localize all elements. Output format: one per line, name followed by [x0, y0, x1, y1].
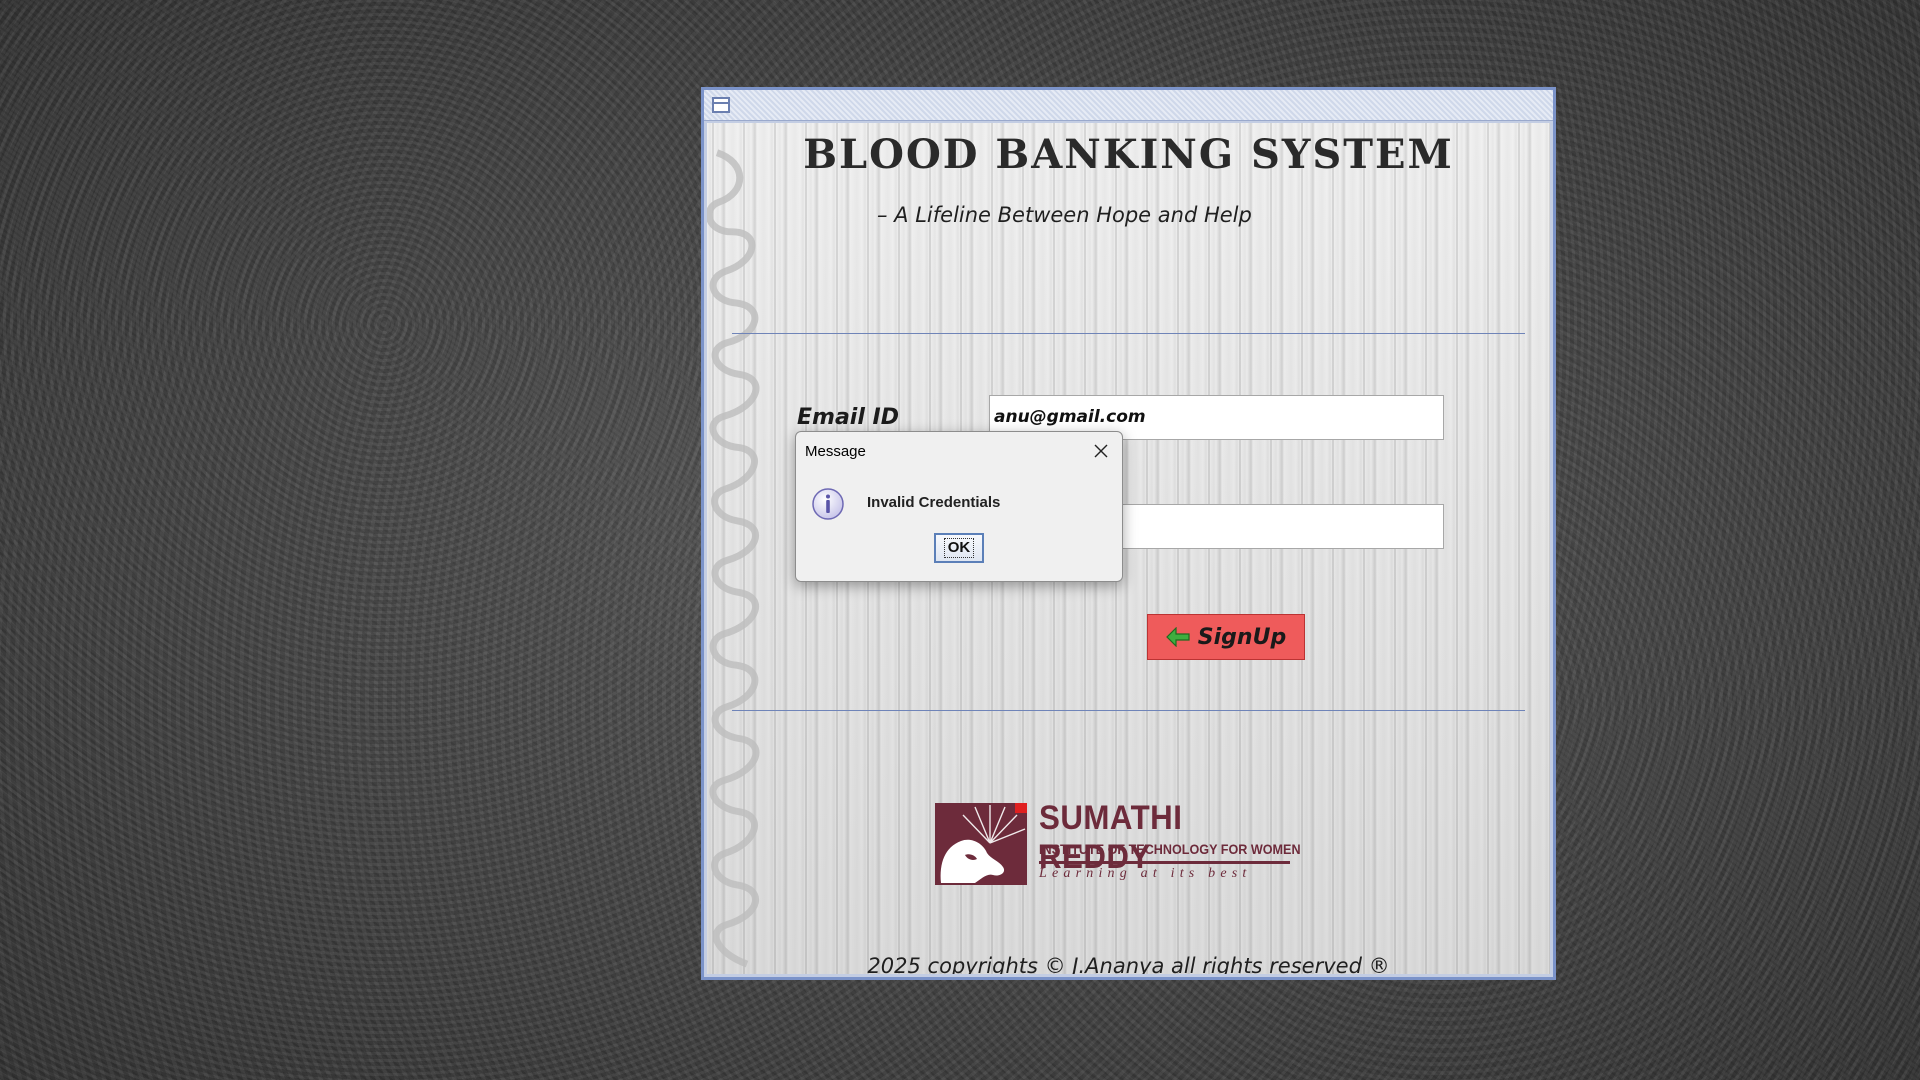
dialog-message: Invalid Credentials [867, 494, 1001, 511]
info-icon [812, 488, 844, 520]
dialog-body: Invalid Credentials OK [796, 470, 1122, 581]
window-titlebar[interactable] [704, 90, 1553, 121]
ok-button[interactable]: OK [934, 533, 984, 563]
institute-logo: SUMATHI REDDY INSTITUTE OF TECHNOLOGY FO… [935, 799, 1301, 893]
logo-subtitle: INSTITUTE OF TECHNOLOGY FOR WOMEN [1039, 841, 1301, 857]
close-icon[interactable] [1087, 438, 1115, 464]
signup-label: SignUp [1197, 624, 1287, 650]
bottom-divider [732, 710, 1525, 711]
dialog-title: Message [805, 443, 866, 460]
logo-tagline: Learning at its best [1039, 866, 1252, 881]
app-tagline: – A Lifeline Between Hope and Help [877, 203, 1252, 227]
email-label: Email ID [797, 405, 899, 430]
logo-emblem [935, 803, 1027, 885]
message-dialog: Message Invalid Credentials OK [795, 431, 1123, 582]
signup-button[interactable]: SignUp [1147, 614, 1305, 660]
copyright-text: 2025 copyrights © J.Ananya all rights re… [867, 954, 1390, 974]
logo-rule [1039, 861, 1290, 864]
app-title: BLOOD BANKING SYSTEM [803, 131, 1454, 178]
top-divider [732, 333, 1525, 334]
decorative-swirl [707, 149, 760, 968]
window-icon[interactable] [712, 97, 730, 113]
arrow-left-icon [1165, 627, 1190, 647]
ok-label: OK [943, 538, 975, 558]
